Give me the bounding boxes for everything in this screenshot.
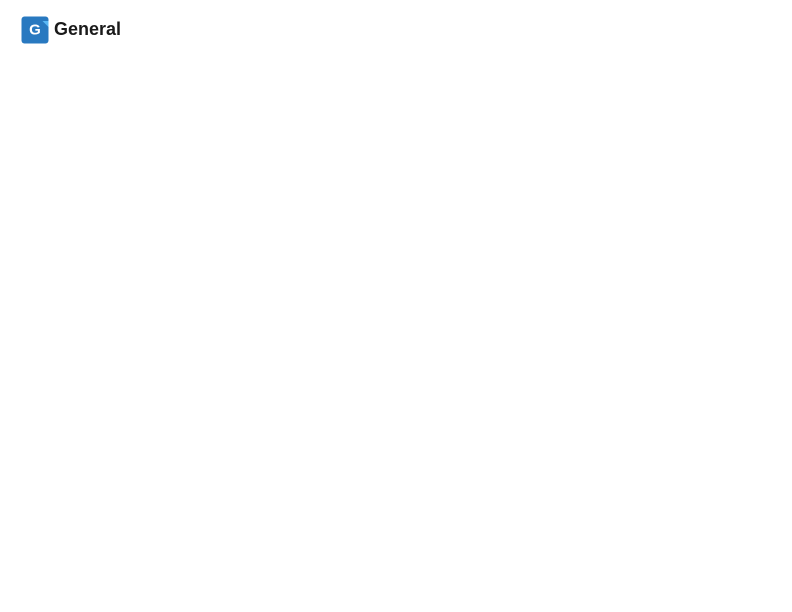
logo-icon: G [20,15,50,45]
logo-line1: General [54,19,121,41]
logo: G General [20,15,121,45]
svg-text:G: G [29,22,41,39]
page: G General [0,0,792,68]
logo-text: General [54,19,121,41]
header: G General [20,15,772,45]
